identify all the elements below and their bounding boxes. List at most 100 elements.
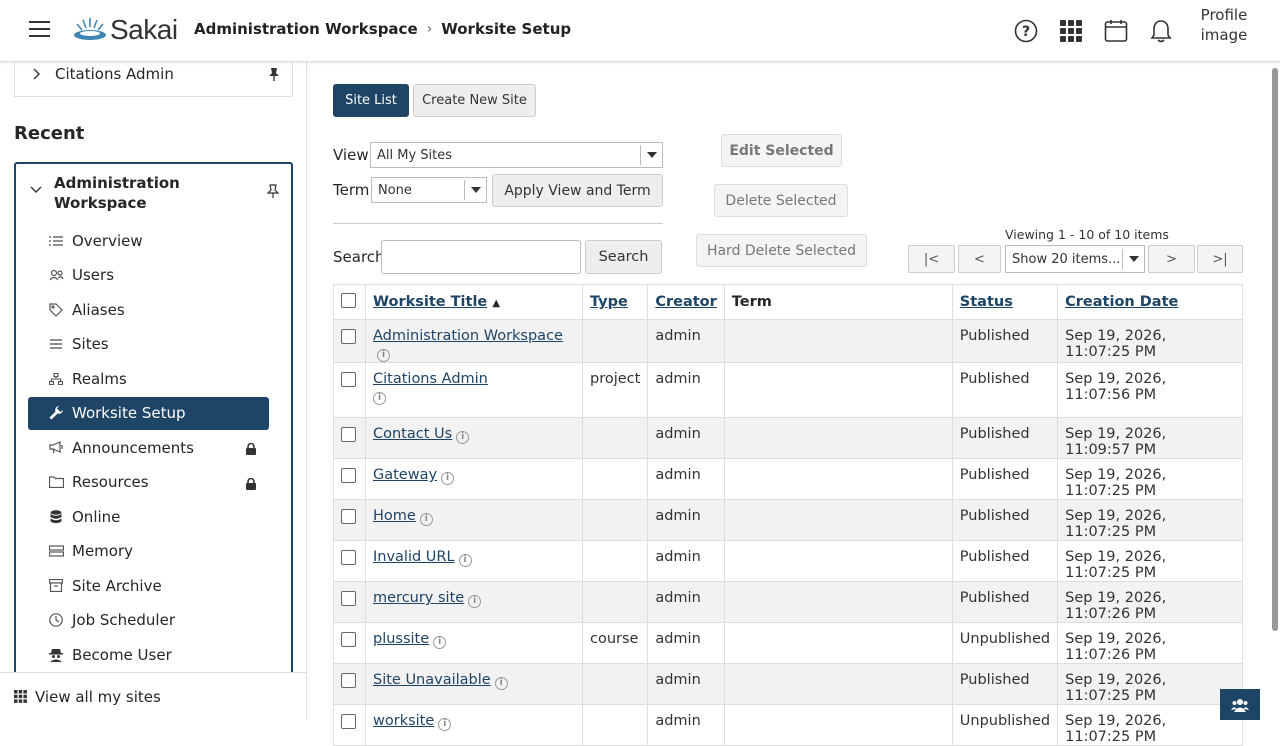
col-title[interactable]: Worksite Title ▲ [365,284,583,320]
pin-outline-icon[interactable] [267,184,279,198]
creator-cell: admin [647,319,725,363]
info-icon[interactable]: i [433,636,447,649]
row-checkbox[interactable] [341,673,356,688]
pinned-site-citations-admin[interactable]: Citations Admin [14,62,293,97]
bell-icon[interactable] [1149,19,1173,43]
select-cell [333,540,366,582]
sidebar-item-resources[interactable]: Resources [28,466,269,499]
site-title-link[interactable]: Gateway [373,467,437,483]
info-icon[interactable]: i [468,595,482,608]
page-prev-button[interactable]: < [958,245,1001,273]
calendar-icon[interactable] [1104,19,1128,43]
breadcrumb-workspace[interactable]: Administration Workspace [194,20,418,38]
row-checkbox[interactable] [341,427,356,442]
sidebar-item-users[interactable]: Users [28,259,269,292]
term-select[interactable]: None [371,177,487,203]
created-cell: Sep 19, 2026, 11:07:56 PM [1057,362,1243,418]
page-last-button[interactable]: >| [1197,245,1243,273]
page-next-button[interactable]: > [1148,245,1195,273]
sort-created-link[interactable]: Creation Date [1065,294,1178,310]
delete-selected-button[interactable]: Delete Selected [714,184,848,217]
row-checkbox[interactable] [341,372,356,387]
creator-cell: admin [647,581,725,623]
col-type[interactable]: Type [581,284,649,320]
sakai-logo[interactable]: Sakai [72,14,178,46]
row-checkbox[interactable] [341,550,356,565]
row-checkbox[interactable] [341,591,356,606]
sidebar-item-become-user[interactable]: Become User [28,638,269,671]
site-title-link[interactable]: Administration Workspace [373,328,563,344]
apply-view-term-button[interactable]: Apply View and Term [492,174,663,207]
row-checkbox[interactable] [341,632,356,647]
term-cell [723,622,953,664]
site-title-link[interactable]: Invalid URL [373,549,455,565]
tab-create-new-site[interactable]: Create New Site [413,84,536,117]
profile-image[interactable]: Profile image [1198,5,1250,57]
hamburger-menu-icon[interactable] [29,21,50,39]
sidebar-item-realms[interactable]: Realms [28,362,269,395]
search-input[interactable] [381,240,581,274]
title-cell: plussite i [365,622,583,664]
help-icon[interactable]: ? [1014,19,1038,43]
sidebar-item-overview[interactable]: Overview [28,224,269,257]
tab-site-list[interactable]: Site List [333,84,409,117]
sidebar-item-memory[interactable]: Memory [28,535,269,568]
sidebar-item-aliases[interactable]: Aliases [28,293,269,326]
scrollbar[interactable] [1272,68,1278,631]
page-first-button[interactable]: |< [908,245,955,273]
sidebar-item-site-archive[interactable]: Site Archive [28,569,269,602]
info-icon[interactable]: i [458,554,472,567]
table-row: Gateway i admin Published Sep 19, 2026, 11:0… [333,458,1243,500]
sort-status-link[interactable]: Status [960,294,1013,310]
row-checkbox[interactable] [341,509,356,524]
row-checkbox[interactable] [341,468,356,483]
sakai-wave-icon [74,18,106,40]
sidebar-item-sites[interactable]: Sites [28,328,269,361]
sort-creator-link[interactable]: Creator [655,294,716,310]
apps-grid-icon[interactable] [1059,19,1083,43]
site-title-link[interactable]: plussite [373,631,429,647]
view-all-sites-link[interactable]: View all my sites [0,672,306,720]
pin-icon[interactable] [268,67,280,81]
pinned-site-label: Citations Admin [55,65,174,83]
hard-delete-selected-button[interactable]: Hard Delete Selected [696,234,867,267]
title-cell: mercury site i [365,581,583,623]
site-title-link[interactable]: Home [373,508,416,524]
edit-selected-button[interactable]: Edit Selected [721,134,842,167]
site-title-link[interactable]: worksite [373,713,434,729]
view-label: View [333,146,369,164]
col-creator[interactable]: Creator [647,284,725,320]
term-cell [723,540,953,582]
col-created[interactable]: Creation Date [1057,284,1243,320]
site-title-link[interactable]: Citations Admin [373,371,488,387]
sidebar-item-worksite-setup[interactable]: Worksite Setup [28,396,269,430]
select-all-checkbox[interactable] [341,293,356,308]
chevron-right-icon[interactable] [33,68,41,80]
view-select[interactable]: All My Sites [370,142,663,168]
sidebar-item-announcements[interactable]: Announcements [28,431,269,464]
creator-cell: admin [647,704,725,746]
row-checkbox[interactable] [341,329,356,344]
roster-people-icon[interactable] [1220,689,1260,720]
workspace-title[interactable]: Administration Workspace [54,173,214,213]
sort-title-link[interactable]: Worksite Title [373,294,487,310]
info-icon[interactable]: i [377,349,390,362]
info-icon[interactable]: i [441,472,455,485]
sidebar-item-online[interactable]: Online [28,500,269,533]
info-icon[interactable]: i [373,392,386,405]
col-status[interactable]: Status [951,284,1059,320]
page-size-select[interactable]: Show 20 items... [1005,245,1145,273]
site-title-link[interactable]: Contact Us [373,426,452,442]
site-title-link[interactable]: mercury site [373,590,464,606]
term-cell [723,417,953,459]
chevron-down-icon[interactable] [30,186,42,194]
sort-type-link[interactable]: Type [590,294,628,310]
status-cell: Published [951,362,1059,418]
sidebar-item-job-scheduler[interactable]: Job Scheduler [28,604,269,637]
info-icon[interactable]: i [494,677,508,690]
search-button[interactable]: Search [585,240,662,274]
site-title-link[interactable]: Site Unavailable [373,672,491,688]
row-checkbox[interactable] [341,714,356,729]
info-icon[interactable]: i [456,431,470,444]
info-icon[interactable]: i [419,513,433,526]
